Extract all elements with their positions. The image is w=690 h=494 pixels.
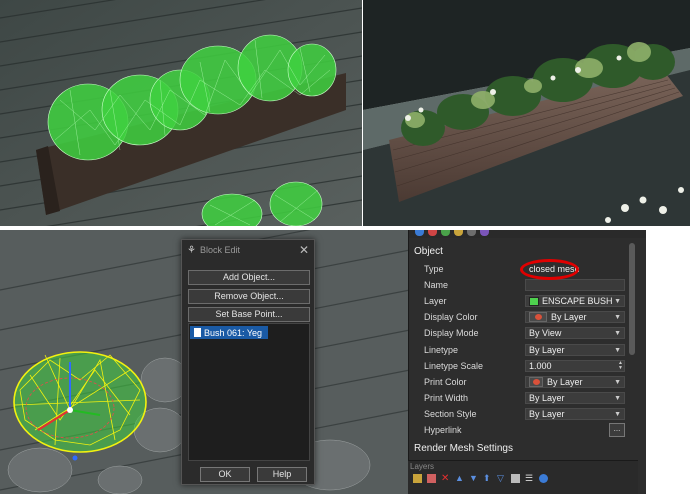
row-display-color: Display Color By Layer ▼: [409, 309, 631, 325]
wireframe-viewport[interactable]: [0, 0, 362, 226]
spinner-icon[interactable]: ▲ ▼: [617, 361, 624, 371]
up-parent-icon[interactable]: ⬆: [483, 474, 492, 483]
dialog-titlebar[interactable]: ⚘ Block Edit ✕: [182, 240, 314, 260]
linetype-scale-field[interactable]: 1.000 ▲ ▼: [525, 360, 625, 372]
grid-icon[interactable]: [511, 474, 520, 483]
linetype-label: Linetype: [424, 345, 459, 355]
add-object-button[interactable]: Add Object...: [188, 270, 310, 285]
section-style-label: Section Style: [424, 409, 477, 419]
row-section-style: Section Style By Layer ▼: [409, 406, 631, 422]
hyperlink-label: Hyperlink: [424, 425, 462, 435]
linetype-dropdown[interactable]: By Layer ▼: [525, 344, 625, 356]
dialog-title: Block Edit: [199, 245, 240, 255]
hyperlink-browse-button[interactable]: ...: [609, 423, 625, 437]
chevron-down-icon: ▼: [614, 297, 621, 305]
color-picker-icon[interactable]: [529, 377, 543, 387]
layer-color-swatch: [529, 296, 539, 306]
row-name: Name: [409, 277, 631, 293]
print-color-label: Print Color: [424, 377, 467, 387]
chevron-down-icon: ▼: [614, 346, 621, 354]
properties-scrollbar[interactable]: [629, 243, 635, 355]
gumball-center[interactable]: [67, 407, 73, 413]
texture-tab-icon[interactable]: [441, 230, 450, 236]
help-icon[interactable]: [539, 474, 548, 483]
attribute-tab-icon[interactable]: [480, 230, 489, 236]
layers-panel: Layers ✕ ▲ ▼ ⬆ ▽ ☰: [408, 460, 638, 494]
light-tab-icon[interactable]: [454, 230, 463, 236]
chevron-down-icon: ▼: [614, 394, 621, 402]
layers-tab[interactable]: Layers: [410, 462, 434, 471]
down-icon[interactable]: ▼: [469, 474, 478, 483]
print-width-label: Print Width: [424, 393, 469, 403]
up-icon[interactable]: ▲: [455, 474, 464, 483]
linetype-value: By Layer: [529, 345, 565, 355]
print-width-dropdown[interactable]: By Layer ▼: [525, 392, 625, 404]
filter-icon[interactable]: ▽: [497, 474, 506, 483]
section-object: Object: [414, 246, 443, 257]
decal-tab-icon[interactable]: [467, 230, 476, 236]
chevron-down-icon: ▼: [614, 329, 621, 337]
name-field[interactable]: [525, 279, 625, 291]
chevron-down-icon: ▼: [614, 410, 621, 418]
new-layer-icon[interactable]: [413, 474, 422, 483]
material-tab-icon[interactable]: [428, 230, 437, 236]
row-layer: Layer ENSCAPE BUSH ▼: [409, 293, 631, 309]
list-item[interactable]: Bush 061: Yeg: [190, 326, 268, 339]
chevron-down-icon: ▼: [614, 378, 621, 386]
list-item-label: Bush 061: Yeg: [204, 327, 263, 338]
display-color-value: By Layer: [551, 312, 587, 322]
document-icon: [194, 328, 201, 337]
block-list[interactable]: Bush 061: Yeg: [188, 323, 310, 461]
layer-dropdown[interactable]: ENSCAPE BUSH ▼: [525, 295, 625, 307]
linetype-scale-label: Linetype Scale: [424, 361, 484, 371]
row-print-width: Print Width By Layer ▼: [409, 390, 631, 406]
section-style-value: By Layer: [529, 409, 565, 419]
set-base-point-button[interactable]: Set Base Point...: [188, 307, 310, 322]
object-tab-icon[interactable]: [415, 230, 424, 236]
row-linetype: Linetype By Layer ▼: [409, 342, 631, 358]
chevron-down-icon: ▼: [614, 313, 621, 321]
layer-value: ENSCAPE BUSH: [542, 296, 613, 306]
display-color-label: Display Color: [424, 312, 478, 322]
row-print-color: Print Color By Layer ▼: [409, 374, 631, 390]
page-background: [646, 230, 690, 494]
ok-button[interactable]: OK: [200, 467, 250, 482]
properties-tab-strip[interactable]: [409, 230, 646, 238]
linetype-scale-value: 1.000: [529, 361, 552, 371]
section-style-dropdown[interactable]: By Layer ▼: [525, 408, 625, 420]
wireframe-scene: [0, 0, 362, 226]
rendered-viewport[interactable]: [363, 0, 690, 226]
type-highlight-annotation: [520, 259, 579, 280]
type-label: Type: [424, 264, 444, 274]
layer-label: Layer: [424, 296, 447, 306]
close-icon[interactable]: ✕: [299, 243, 309, 257]
display-mode-value: By View: [529, 328, 562, 338]
color-picker-icon[interactable]: [529, 312, 547, 322]
rhino-logo-icon: ⚘: [187, 244, 196, 256]
display-mode-dropdown[interactable]: By View ▼: [525, 327, 625, 339]
remove-object-button[interactable]: Remove Object...: [188, 289, 310, 304]
name-label: Name: [424, 280, 449, 290]
section-render-mesh: Render Mesh Settings: [414, 443, 513, 454]
print-color-dropdown[interactable]: By Layer ▼: [525, 376, 625, 388]
layers-toolbar: ✕ ▲ ▼ ⬆ ▽ ☰: [413, 474, 548, 484]
row-linetype-scale: Linetype Scale 1.000 ▲ ▼: [409, 358, 631, 374]
row-hyperlink: Hyperlink ...: [409, 422, 631, 438]
row-display-mode: Display Mode By View ▼: [409, 325, 631, 341]
delete-icon[interactable]: ✕: [441, 474, 450, 484]
print-width-value: By Layer: [529, 393, 565, 403]
block-edit-dialog: ⚘ Block Edit ✕ Add Object... Remove Obje…: [181, 239, 315, 485]
display-color-dropdown[interactable]: By Layer ▼: [525, 311, 625, 323]
new-sublayer-icon[interactable]: [427, 474, 436, 483]
screenshot-root: ⚘ Block Edit ✕ Add Object... Remove Obje…: [0, 0, 690, 494]
rendered-scene: [363, 0, 690, 226]
display-mode-label: Display Mode: [424, 328, 479, 338]
list-icon[interactable]: ☰: [525, 474, 534, 483]
print-color-value: By Layer: [547, 377, 583, 387]
help-button[interactable]: Help: [257, 467, 307, 482]
